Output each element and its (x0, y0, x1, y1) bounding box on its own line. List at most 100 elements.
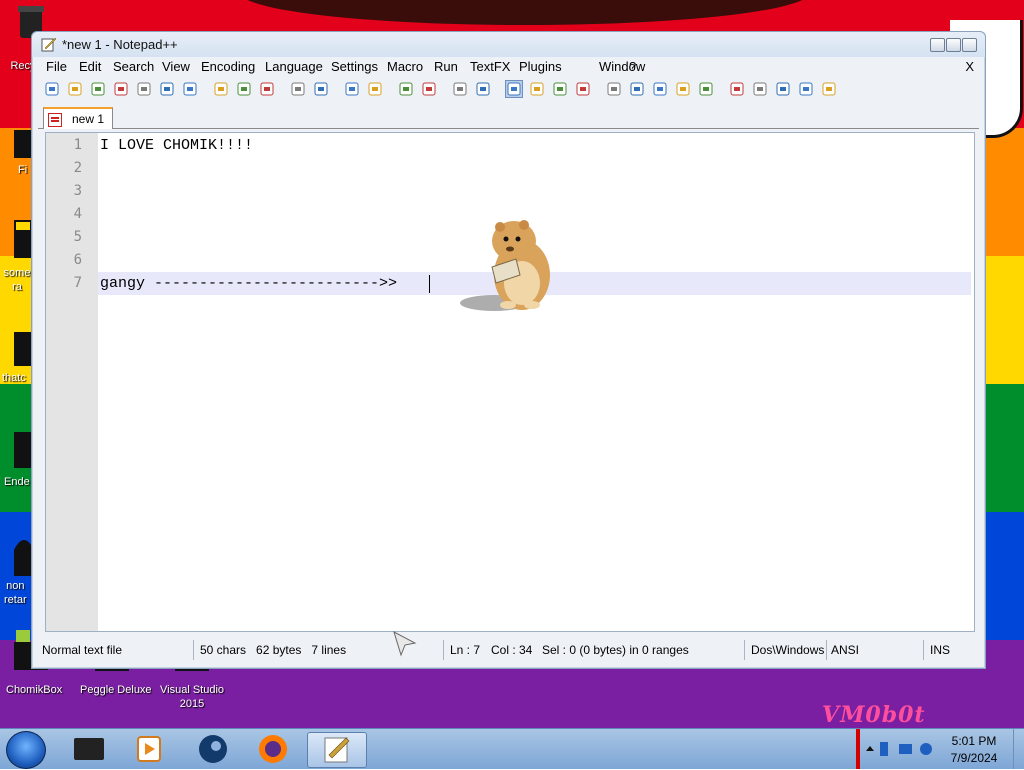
system-tray (866, 742, 932, 756)
desktop-icon-label: Ende (4, 476, 30, 488)
up-icon[interactable] (752, 81, 768, 97)
tab-new-1[interactable]: new 1 (43, 107, 113, 129)
close-all-icon[interactable] (159, 81, 175, 97)
run-macro-multiple-icon[interactable] (675, 81, 691, 97)
menu-plugins[interactable]: Plugins (519, 59, 562, 74)
user-define-icon[interactable] (575, 81, 591, 97)
start-button[interactable] (6, 731, 46, 769)
sync-v-icon[interactable] (452, 81, 468, 97)
record-macro-icon[interactable] (606, 81, 622, 97)
zoom-in-icon[interactable] (398, 81, 414, 97)
play-macro-icon[interactable] (652, 81, 668, 97)
close-document-button[interactable]: X (965, 59, 974, 74)
close-button[interactable] (962, 38, 977, 52)
show-all-chars-icon[interactable] (529, 81, 545, 97)
tab-label: new 1 (72, 112, 105, 126)
watermark-text: VM0b0t (822, 702, 926, 728)
text-caret (429, 275, 430, 293)
fold-all-icon[interactable] (798, 81, 814, 97)
editor-line: I LOVE CHOMIK!!!! (100, 137, 254, 154)
undo-icon[interactable] (290, 81, 306, 97)
save-all-icon[interactable] (113, 81, 129, 97)
new-file-icon[interactable] (44, 81, 60, 97)
sync-h-icon[interactable] (475, 81, 491, 97)
copy-icon[interactable] (236, 81, 252, 97)
notepadpp-app-icon (41, 37, 57, 52)
down-icon[interactable] (775, 81, 791, 97)
line-number: 5 (73, 229, 82, 245)
terminal-app-icon[interactable] (62, 732, 116, 766)
menu-settings[interactable]: Settings (331, 59, 378, 74)
replace-icon[interactable] (367, 81, 383, 97)
menu-macro[interactable]: Macro (387, 59, 423, 74)
status-encoding: ANSI (831, 643, 860, 657)
unsaved-file-icon (48, 113, 62, 127)
minimize-button[interactable] (930, 38, 945, 52)
cut-icon[interactable] (213, 81, 229, 97)
menu-search[interactable]: Search (113, 59, 154, 74)
mouse-pointer-icon (393, 631, 417, 657)
indent-guide-icon[interactable] (552, 81, 568, 97)
steam-icon[interactable] (186, 732, 240, 766)
status-column: Col : 34 (491, 643, 533, 657)
fold-icon[interactable] (729, 81, 745, 97)
maximize-button[interactable] (946, 38, 961, 52)
menu-bar: File Edit Search View Encoding Language … (38, 57, 979, 77)
redo-icon[interactable] (313, 81, 329, 97)
desktop-icon-label: thatc (2, 372, 26, 384)
menu-file[interactable]: File (46, 59, 67, 74)
zoom-out-icon[interactable] (421, 81, 437, 97)
title-bar[interactable]: *new 1 - Notepad++ (32, 32, 985, 57)
wallpaper-pillow (240, 0, 810, 25)
status-line: Ln : 7 (450, 643, 481, 657)
line-number: 4 (73, 206, 82, 222)
save-icon[interactable] (90, 81, 106, 97)
menu-encoding[interactable]: Encoding (201, 59, 255, 74)
status-selection: Sel : 0 (0 bytes) in 0 ranges (542, 643, 689, 657)
line-number-gutter: 1 2 3 4 5 6 7 (46, 133, 98, 631)
menu-window[interactable]: Window (599, 59, 645, 74)
menu-edit[interactable]: Edit (79, 59, 101, 74)
print-icon[interactable] (182, 81, 198, 97)
hamster-mascot-image (460, 220, 550, 311)
status-eol: Dos\Windows (751, 643, 825, 657)
line-number: 2 (73, 160, 82, 176)
editor-line: gangy ------------------------->> (100, 275, 398, 292)
show-desktop-button[interactable] (1013, 729, 1024, 769)
notepadpp-icon[interactable] (307, 732, 367, 768)
stop-record-icon[interactable] (629, 81, 645, 97)
find-icon[interactable] (344, 81, 360, 97)
clock-date[interactable]: 7/9/2024 (940, 751, 1008, 765)
notepadpp-window: *new 1 - Notepad++ File Edit Search View… (31, 31, 986, 669)
menu-textfx[interactable]: TextFX (470, 59, 510, 74)
close-icon[interactable] (136, 81, 152, 97)
tab-bar: new 1 (38, 106, 979, 129)
menu-run[interactable]: Run (434, 59, 458, 74)
paste-icon[interactable] (259, 81, 275, 97)
open-file-icon[interactable] (67, 81, 83, 97)
spellcheck-icon[interactable] (821, 81, 837, 97)
status-bar: Normal text file 50 chars 62 bytes 7 lin… (38, 638, 979, 662)
window-title: *new 1 - Notepad++ (62, 37, 178, 52)
save-macro-icon[interactable] (698, 81, 714, 97)
clock-time[interactable]: 5:01 PM (940, 734, 1008, 748)
menu-view[interactable]: View (162, 59, 190, 74)
menu-help[interactable]: ? (629, 59, 636, 74)
text-editor[interactable]: 1 2 3 4 5 6 7 I LOVE CHOMIK!!!! gangy --… (45, 132, 975, 632)
tray-divider (856, 729, 860, 769)
firefox-icon[interactable] (246, 732, 300, 766)
desktop-icon-label: ChomikBox (6, 684, 63, 696)
line-number: 7 (73, 275, 82, 291)
line-number: 1 (73, 137, 82, 153)
desktop-icon-label: non retar (4, 580, 27, 606)
menu-language[interactable]: Language (265, 59, 323, 74)
toolbar (38, 77, 979, 103)
desktop-icon-label: Visual Studio 2015 (160, 684, 225, 710)
desktop-icon-label: some ra (3, 267, 31, 293)
status-file-type: Normal text file (42, 643, 123, 657)
word-wrap-icon[interactable] (505, 80, 523, 98)
media-player-icon[interactable] (122, 732, 176, 766)
desktop-icon-label: Peggle Deluxe (80, 684, 152, 696)
line-number: 3 (73, 183, 82, 199)
taskbar: 5:01 PM 7/9/2024 (0, 728, 1024, 769)
